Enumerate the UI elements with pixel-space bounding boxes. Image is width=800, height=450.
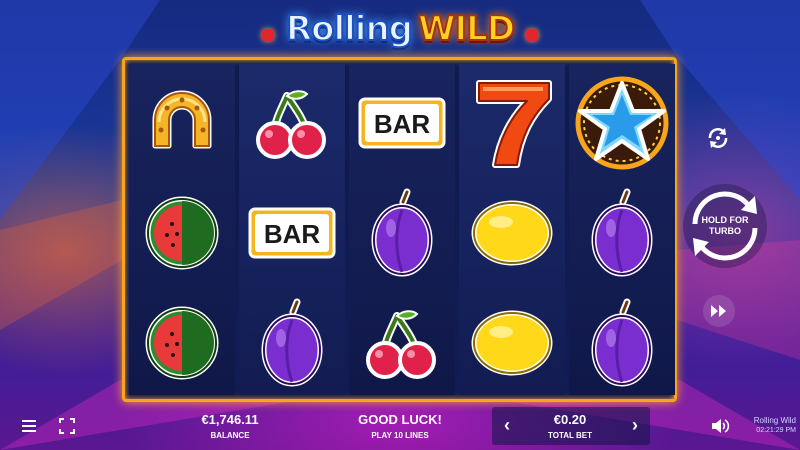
logo-wild-text: WILD xyxy=(417,9,516,49)
reel-2-symbol-3 xyxy=(239,288,345,398)
spin-hint-label: HOLD FOR TURBO xyxy=(695,215,755,237)
reel-1-symbol-2 xyxy=(129,178,235,288)
chevron-right-icon: › xyxy=(632,414,638,435)
status-message: GOOD LUCK! xyxy=(358,412,442,427)
autoplay-icon xyxy=(708,128,728,148)
bar-icon: BAR xyxy=(358,97,446,149)
autoplay-button[interactable] xyxy=(700,120,736,156)
right-dice-icon xyxy=(526,29,538,41)
reel-1 xyxy=(129,64,235,395)
reel-2-symbol-1 xyxy=(239,68,345,178)
logo-rolling-text: Rolling xyxy=(285,9,414,49)
reel-2: BAR xyxy=(239,64,345,395)
plum-icon xyxy=(591,188,653,277)
bottom-bar: €1,746.11 BALANCE GOOD LUCK! PLAY 10 LIN… xyxy=(0,407,800,450)
plum-icon xyxy=(591,298,653,387)
reel-frame: BAR BAR xyxy=(122,57,677,402)
plum-icon xyxy=(371,188,433,277)
seven-icon xyxy=(476,80,552,168)
increase-bet-button[interactable]: › xyxy=(624,413,646,437)
reel-4-symbol-3 xyxy=(459,288,565,398)
horseshoe-icon xyxy=(152,90,212,149)
reel-3-symbol-2 xyxy=(349,178,455,288)
balance-label: BALANCE xyxy=(210,431,250,440)
star-wild-icon xyxy=(575,76,669,170)
reel-2-symbol-2: BAR xyxy=(239,178,345,288)
game-logo: Rolling WILD xyxy=(250,3,550,55)
speaker-icon xyxy=(712,419,730,433)
lemon-icon xyxy=(471,200,553,266)
bar-icon: BAR xyxy=(248,207,336,259)
reel-4-symbol-1 xyxy=(459,68,565,178)
cherries-icon xyxy=(256,90,326,159)
reel-5-symbol-1 xyxy=(569,68,675,178)
menu-button[interactable] xyxy=(20,418,38,434)
reel-5-symbol-3 xyxy=(569,288,675,398)
bet-value: €0.20 xyxy=(553,412,587,427)
reel-3-symbol-1: BAR xyxy=(349,68,455,178)
watermelon-icon xyxy=(145,196,219,270)
hamburger-menu-icon xyxy=(22,420,36,432)
game-name-label: Rolling Wild xyxy=(753,416,796,425)
fullscreen-icon xyxy=(59,418,75,434)
fullscreen-button[interactable] xyxy=(58,417,76,435)
left-dice-icon xyxy=(262,29,274,41)
spin-button[interactable]: HOLD FOR TURBO xyxy=(683,184,767,268)
bar-label: BAR xyxy=(264,219,321,249)
watermelon-icon xyxy=(145,306,219,380)
bet-label: TOTAL BET xyxy=(548,431,592,440)
chevron-left-icon: ‹ xyxy=(504,414,510,435)
turbo-button[interactable] xyxy=(703,295,735,327)
reel-3: BAR xyxy=(349,64,455,395)
reel-1-symbol-1 xyxy=(129,68,235,178)
reel-4-symbol-2 xyxy=(459,178,565,288)
lines-label: PLAY 10 LINES xyxy=(371,431,429,440)
clock-label: 02:21:29 PM xyxy=(756,427,796,434)
lemon-icon xyxy=(471,310,553,376)
sound-button[interactable] xyxy=(710,417,730,435)
reel-5-symbol-2 xyxy=(569,178,675,288)
cherries-icon xyxy=(366,310,436,379)
bet-selector: ‹ €0.20 TOTAL BET › xyxy=(492,407,650,445)
balance-value: €1,746.11 xyxy=(201,412,259,427)
plum-icon xyxy=(261,298,323,387)
spin-hint-line1: HOLD FOR xyxy=(701,215,749,225)
decrease-bet-button[interactable]: ‹ xyxy=(496,413,518,437)
spin-hint-line2: TURBO xyxy=(709,226,741,236)
bar-label: BAR xyxy=(374,109,431,139)
reel-5 xyxy=(569,64,675,395)
reel-1-symbol-3 xyxy=(129,288,235,398)
reel-3-symbol-3 xyxy=(349,288,455,398)
fast-forward-icon xyxy=(711,305,726,317)
reel-4 xyxy=(459,64,565,395)
